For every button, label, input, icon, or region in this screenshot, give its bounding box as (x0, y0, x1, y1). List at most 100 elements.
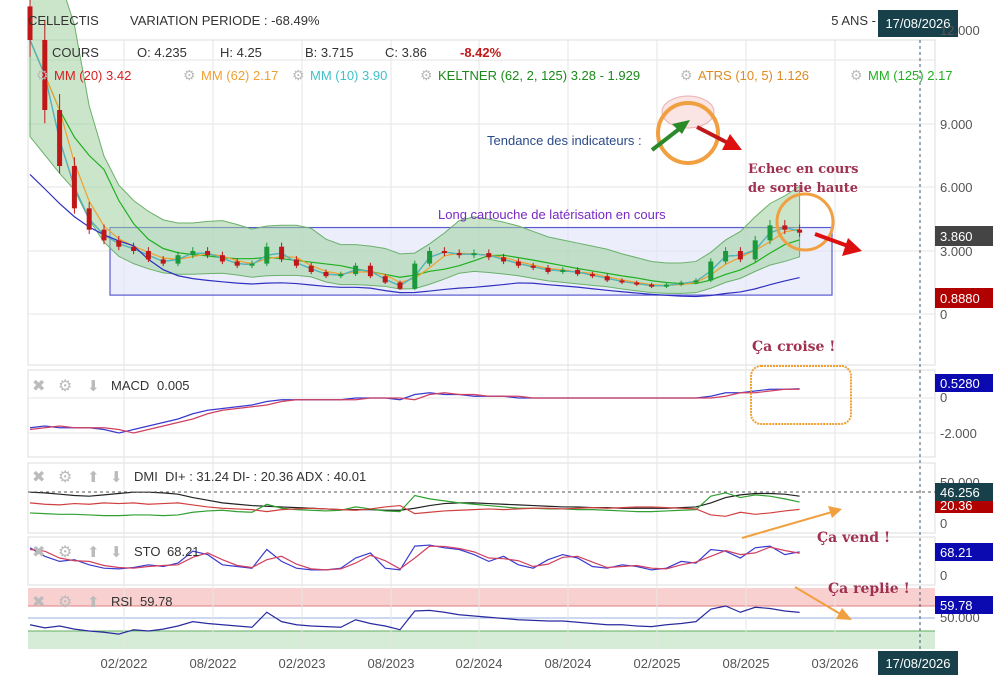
candle-body (249, 263, 255, 266)
chart-canvas[interactable]: CELLECTIS VARIATION PERIODE : -68.49% 5 … (0, 0, 1000, 683)
dmi-badge-text: 46.256 (940, 485, 980, 500)
legend-settings-icon[interactable]: ⚙ (36, 67, 49, 83)
candle-body (767, 225, 773, 241)
rsi-label: RSI (111, 594, 133, 609)
candle-body (604, 276, 610, 281)
date-tick-label: 02/2023 (279, 656, 326, 671)
macd-value: 0.005 (157, 378, 190, 393)
legend-settings-icon[interactable]: ⚙ (292, 67, 305, 83)
candle-body (619, 280, 625, 283)
candle-body (589, 274, 595, 277)
legend-settings-icon[interactable]: ⚙ (420, 67, 433, 83)
macd-line (29, 388, 800, 434)
candle-body (708, 261, 714, 281)
candle-body (782, 225, 788, 230)
candle-body (219, 255, 225, 262)
rsi-value: 59.78 (140, 594, 173, 609)
move-down-macd-icon[interactable]: ⬇ (87, 378, 100, 395)
legend-item: MM (10) 3.90 (310, 68, 387, 83)
candle-body (264, 246, 270, 264)
sto-value: 68.21 (167, 544, 200, 559)
price-tick-12: 12.000 (940, 23, 980, 38)
close-macd-icon[interactable]: ✖ (32, 378, 45, 395)
candle-body (308, 265, 314, 272)
date-tick-label: 02/2022 (101, 656, 148, 671)
date-tick-label: 08/2024 (545, 656, 592, 671)
date-tick-label: 02/2024 (456, 656, 503, 671)
candle-body (234, 261, 240, 266)
candle-body (86, 208, 92, 230)
candle-body (116, 240, 122, 247)
candle-body (797, 229, 803, 233)
move-up-dmi-icon[interactable]: ⬆ (87, 469, 100, 486)
date-tick-label: 08/2023 (368, 656, 415, 671)
candle-body (752, 240, 758, 260)
candle-body (101, 229, 107, 241)
move-up-rsi-icon[interactable]: ⬆ (87, 594, 100, 611)
period-selector[interactable]: 5 ANS - (831, 13, 876, 28)
candle-body (441, 251, 447, 254)
adx-line (29, 491, 800, 511)
candle-body (427, 251, 433, 264)
candle-body (649, 284, 655, 287)
settings-macd-icon[interactable]: ⚙ (58, 378, 72, 395)
annotation-cross: Ça croise ! (752, 339, 835, 355)
candle-body (160, 259, 166, 264)
symbol-title: CELLECTIS (28, 13, 99, 28)
candle-body (545, 267, 551, 272)
candle-body (397, 282, 403, 289)
candle-body (575, 269, 581, 275)
macd-badge-text: 0.5280 (940, 376, 980, 391)
price-tick-9: 9.000 (940, 117, 973, 132)
move-down-sto-icon[interactable]: ⬇ (110, 544, 123, 561)
close-sto-icon[interactable]: ✖ (32, 544, 45, 561)
rsi-badge-text: 59.78 (940, 598, 973, 613)
candle-body (71, 166, 77, 209)
close-dmi-icon[interactable]: ✖ (32, 469, 45, 486)
candle-body (382, 276, 388, 283)
ohlc-open: O: 4.235 (137, 45, 187, 60)
price-tick-3: 3.000 (940, 244, 973, 259)
candle-body (471, 253, 477, 256)
move-down-dmi-icon[interactable]: ⬇ (110, 469, 123, 486)
candle-body (293, 259, 299, 266)
cursor-date-text: 17/08/2026 (885, 656, 950, 671)
legend-settings-icon[interactable]: ⚙ (183, 67, 196, 83)
ohlc-close: C: 3.86 (385, 45, 427, 60)
dmi-label: DMI (134, 469, 158, 484)
candle-body (678, 282, 684, 285)
ohlc-low: B: 3.715 (305, 45, 353, 60)
candle-body (486, 253, 492, 258)
move-up-sto-icon[interactable]: ⬆ (87, 544, 100, 561)
candle-body (367, 265, 373, 277)
legend-settings-icon[interactable]: ⚙ (680, 67, 693, 83)
legend-settings-icon[interactable]: ⚙ (850, 67, 863, 83)
price-badge-text: 3.860 (940, 229, 973, 244)
dmi-value: DI+ : 31.24 DI- : 20.36 ADX : 40.01 (165, 469, 366, 484)
candle-body (353, 265, 359, 275)
annotation-macd-box (750, 365, 852, 425)
sto-badge-text: 68.21 (940, 545, 973, 560)
candle-body (338, 274, 344, 277)
stock-chart: CELLECTIS VARIATION PERIODE : -68.49% 5 … (0, 0, 1000, 683)
candle-body (57, 110, 63, 166)
red-down-arrow (696, 125, 729, 145)
candle-body (279, 246, 285, 260)
rsi-line (29, 605, 800, 635)
settings-sto-icon[interactable]: ⚙ (58, 544, 72, 561)
date-tick-label: 03/2026 (812, 656, 859, 671)
settings-rsi-icon[interactable]: ⚙ (58, 594, 72, 611)
close-rsi-icon[interactable]: ✖ (32, 594, 45, 611)
sto-panel (27, 536, 936, 586)
date-tick-label: 02/2025 (634, 656, 681, 671)
candle-body (501, 257, 507, 262)
settings-dmi-icon[interactable]: ⚙ (58, 469, 72, 486)
candle-body (723, 251, 729, 262)
rsi-oversold-zone (28, 631, 935, 649)
ohlc-label: COURS (52, 45, 99, 60)
candle-body (560, 269, 566, 272)
legend-item: MM (20) 3.42 (54, 68, 131, 83)
legend-item: ATRS (10, 5) 1.126 (698, 68, 809, 83)
macd-tick-0: 0 (940, 390, 947, 405)
annotation-fail-1: Echec en cours (748, 162, 858, 177)
